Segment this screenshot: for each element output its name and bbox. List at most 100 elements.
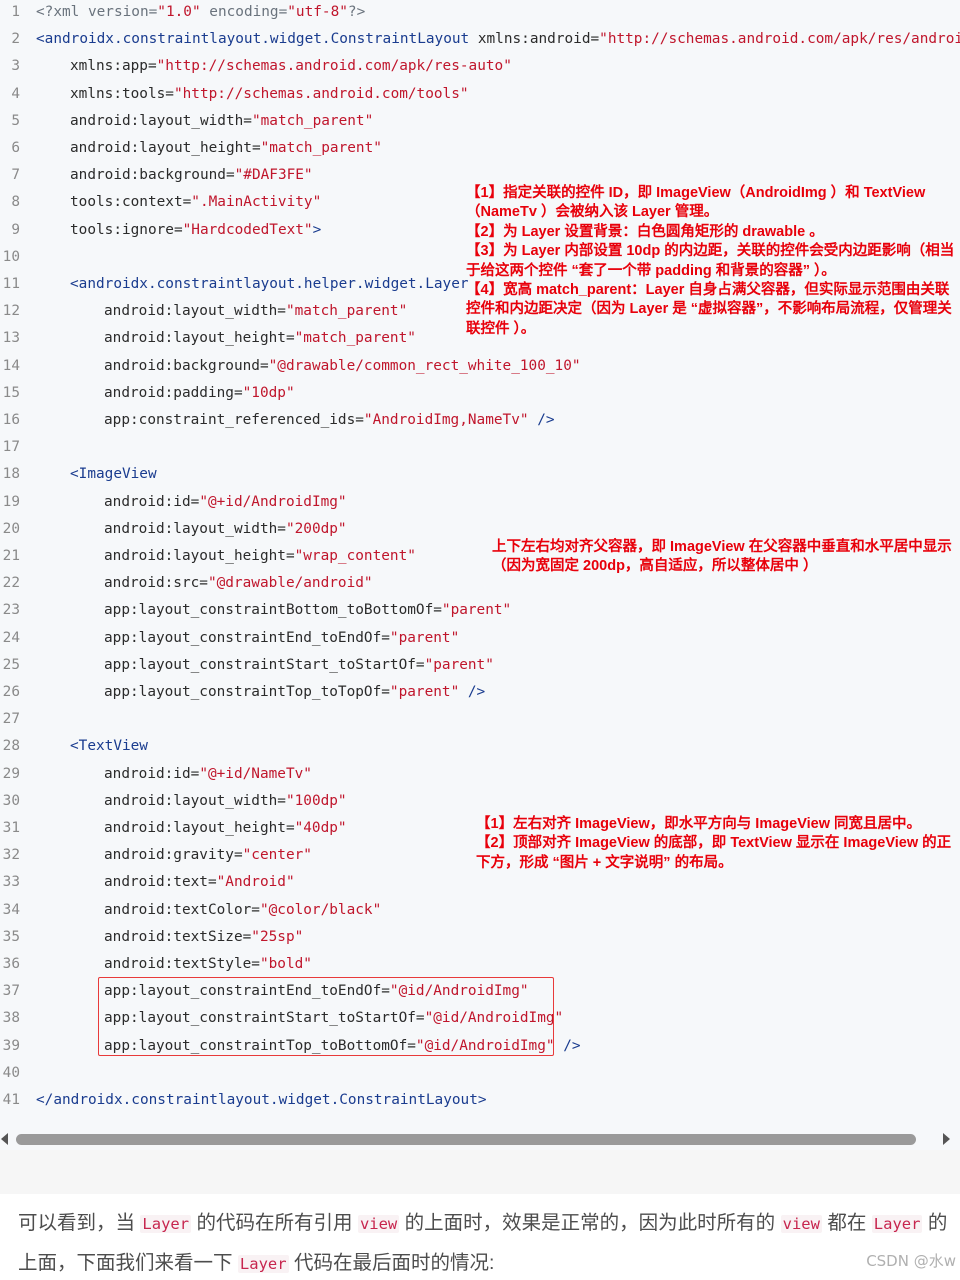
line-number: 6 bbox=[11, 140, 20, 156]
line-number: 35 bbox=[2, 928, 20, 945]
code-token: "match_parent" bbox=[285, 303, 408, 320]
code-line: 15 android:padding="10dp" bbox=[0, 380, 960, 407]
code-token: app:constraint_referenced_ids= bbox=[104, 412, 364, 428]
code-line: 35 android:textSize="25sp" bbox=[0, 924, 960, 951]
code-token: xmlns:app= bbox=[70, 58, 157, 75]
line-number: 33 bbox=[2, 874, 20, 891]
paragraph-text: 都在 bbox=[821, 1212, 872, 1234]
line-number: 36 bbox=[2, 956, 20, 972]
code-token: <ImageView bbox=[70, 466, 157, 483]
code-token: "10dp" bbox=[242, 384, 295, 401]
line-number: 32 bbox=[2, 847, 20, 864]
code-token: android:layout_width= bbox=[104, 303, 286, 320]
code-text: android:layout_height="wrap_content" bbox=[104, 543, 416, 570]
code-token: app:layout_constraintEnd_toEndOf= bbox=[104, 629, 390, 646]
code-text: app:layout_constraintStart_toStartOf="pa… bbox=[104, 652, 494, 679]
code-token: "200dp" bbox=[285, 520, 347, 537]
code-text: android:layout_width="100dp" bbox=[104, 788, 347, 815]
line-number: 29 bbox=[2, 765, 20, 782]
inline-code: Layer bbox=[871, 1215, 923, 1233]
code-token: tools:context= bbox=[70, 194, 192, 211]
code-token: tools:ignore= bbox=[70, 221, 183, 238]
code-line: 26 app:layout_constraintTop_toTopOf="pare… bbox=[0, 679, 960, 706]
line-number: 2 bbox=[11, 31, 20, 48]
line-number: 31 bbox=[2, 820, 20, 836]
code-text: <androidx.constraintlayout.widget.Constr… bbox=[36, 26, 960, 53]
code-token: android:src= bbox=[104, 575, 208, 592]
scroll-right-arrow-icon[interactable] bbox=[943, 1133, 950, 1145]
code-token: > bbox=[312, 221, 322, 238]
line-number: 37 bbox=[2, 983, 20, 1000]
code-token: <?xml version= bbox=[36, 4, 158, 20]
code-text: android:id="@+id/AndroidImg" bbox=[104, 489, 347, 516]
code-text: app:constraint_referenced_ids="AndroidIm… bbox=[104, 407, 555, 434]
code-token: "@+id/NameTv" bbox=[199, 765, 312, 782]
code-token: android:layout_height= bbox=[104, 820, 295, 836]
highlight-box bbox=[98, 977, 554, 1056]
code-text: app:layout_constraintBottom_toBottomOf="… bbox=[104, 597, 511, 624]
code-token: android:background= bbox=[104, 357, 269, 374]
imageview-annotation: 上下左右均对齐父容器，即 ImageView 在父容器中垂直和水平居中显示（因为… bbox=[492, 538, 958, 577]
scroll-left-arrow-icon[interactable] bbox=[1, 1133, 8, 1145]
code-token: android:layout_width= bbox=[70, 112, 252, 129]
code-line: 2 <androidx.constraintlayout.widget.Const… bbox=[0, 26, 960, 53]
code-line: 3 xmlns:app="http://schemas.android.com/a… bbox=[0, 53, 960, 80]
horizontal-scrollbar[interactable] bbox=[0, 1130, 960, 1150]
code-text: tools:ignore="HardcodedText"> bbox=[70, 217, 321, 244]
code-text: android:textSize="25sp" bbox=[104, 924, 303, 951]
textview-annotation: 【1】左右对齐 ImageView，即水平方向与 ImageView 同宽且居中… bbox=[476, 815, 958, 873]
code-token: /> bbox=[459, 684, 486, 700]
code-line: 4 xmlns:tools="http://schemas.android.com… bbox=[0, 81, 960, 108]
code-token: "match_parent" bbox=[260, 140, 382, 156]
code-text: android:background="#DAF3FE" bbox=[70, 162, 313, 189]
code-token: /> bbox=[554, 1037, 581, 1054]
code-token: "25sp" bbox=[251, 928, 304, 945]
code-text: <TextView bbox=[70, 733, 148, 760]
code-token: "wrap_content" bbox=[294, 548, 416, 564]
code-token: "parent" bbox=[389, 629, 460, 646]
inline-code: Layer bbox=[237, 1255, 289, 1273]
code-token: /> bbox=[528, 412, 555, 428]
line-number: 23 bbox=[2, 602, 20, 619]
code-token: android:text= bbox=[104, 874, 217, 891]
code-line: 40 bbox=[0, 1060, 960, 1087]
line-number: 16 bbox=[2, 412, 20, 428]
code-token: "http://schemas.android.com/apk/res/andr… bbox=[599, 31, 960, 48]
code-token: app:layout_constraintBottom_toBottomOf= bbox=[104, 602, 442, 619]
scrollbar-thumb[interactable] bbox=[16, 1134, 916, 1145]
code-token: android:gravity= bbox=[104, 847, 243, 864]
line-number: 28 bbox=[2, 738, 20, 755]
code-text: </androidx.constraintlayout.widget.Const… bbox=[36, 1087, 487, 1114]
line-number: 26 bbox=[2, 684, 20, 700]
body-paragraph: 可以看到，当 Layer 的代码在所有引用 view 的上面时，效果是正常的，因… bbox=[18, 1204, 948, 1280]
code-text: android:src="@drawable/android" bbox=[104, 570, 373, 597]
line-number: 21 bbox=[2, 548, 20, 564]
line-number: 1 bbox=[11, 4, 20, 20]
code-token: ".MainActivity" bbox=[191, 194, 322, 211]
code-token: "Android" bbox=[216, 874, 295, 891]
imageview-note: 上下左右均对齐父容器，即 ImageView 在父容器中垂直和水平居中显示（因为… bbox=[492, 539, 952, 575]
code-token: "AndroidImg,NameTv" bbox=[363, 412, 529, 428]
inline-code: view bbox=[780, 1215, 822, 1233]
layer-note-4: 【4】宽高 match_parent：Layer 自身占满父容器，但实际显示范围… bbox=[466, 282, 952, 337]
code-token: "@+id/AndroidImg" bbox=[199, 493, 347, 510]
code-token: "match_parent" bbox=[251, 112, 374, 129]
code-token: "utf-8" bbox=[287, 4, 348, 20]
code-token: xmlns:android= bbox=[477, 31, 600, 48]
line-number: 17 bbox=[2, 439, 20, 456]
code-text: android:textColor="@color/black" bbox=[104, 897, 381, 924]
line-number: 9 bbox=[11, 221, 20, 238]
code-line: 34 android:textColor="@color/black" bbox=[0, 897, 960, 924]
code-text: android:textStyle="bold" bbox=[104, 951, 312, 978]
code-token: android:textColor= bbox=[104, 901, 260, 918]
code-text: android:layout_height="match_parent" bbox=[70, 135, 382, 162]
code-text: android:id="@+id/NameTv" bbox=[104, 761, 312, 788]
line-number: 8 bbox=[11, 194, 20, 211]
code-token: "40dp" bbox=[294, 820, 347, 836]
csdn-watermark: CSDN @水w bbox=[866, 1252, 956, 1270]
line-number: 22 bbox=[2, 575, 20, 592]
paragraph-text: 可以看到，当 bbox=[18, 1212, 141, 1234]
code-token: <androidx.constraintlayout.widget.Constr… bbox=[36, 31, 478, 48]
code-token: android:layout_width= bbox=[104, 792, 286, 809]
code-token: "@drawable/android" bbox=[207, 575, 373, 592]
